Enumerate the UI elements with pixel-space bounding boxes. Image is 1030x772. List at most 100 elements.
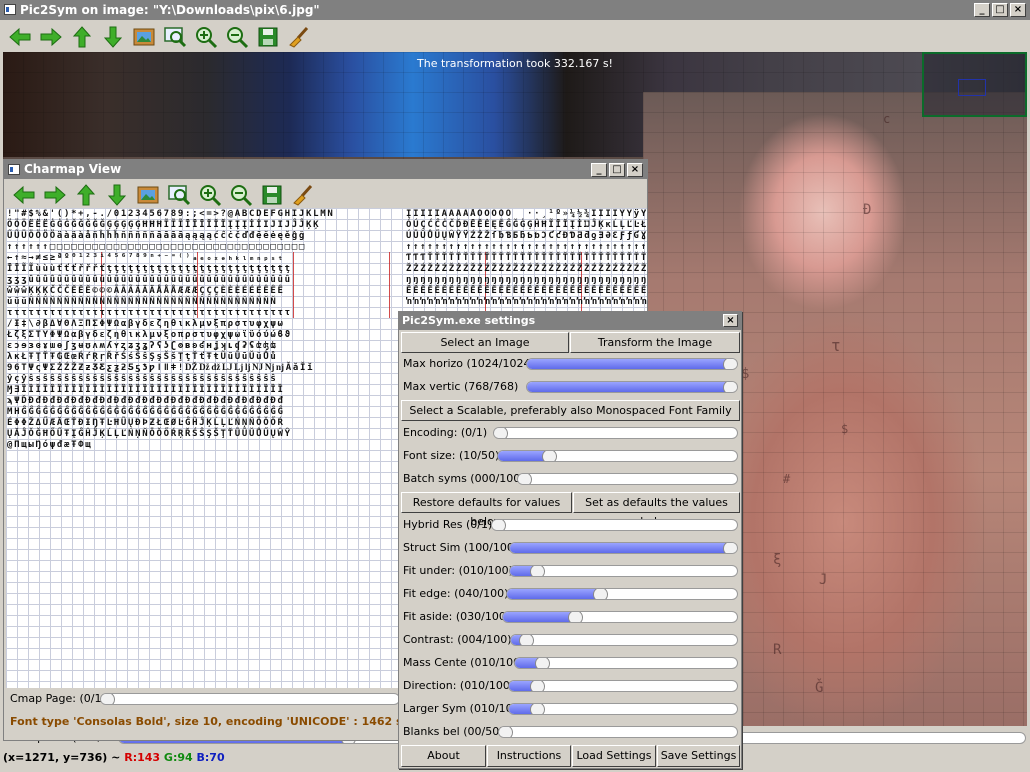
image-icon[interactable] (132, 25, 156, 49)
charmap-row: ŁζξΣΤΥΦΨΩαβγδεζηθικλμνξοπρστυφχψωϊϋόύώϐϑ (7, 330, 292, 340)
setting-slider[interactable] (509, 542, 738, 554)
arrow-up-icon[interactable] (70, 25, 94, 49)
setting-slider[interactable] (510, 634, 738, 646)
charmap-row: ɛɔɘɜɞɤɯɵʃʒʉʊʌʍʎʏʐʑʒʓʔʕʖʗʘʙʚʛʜʝʞʟʠʡʢʣʤʥ (7, 341, 278, 351)
setting-slider[interactable] (506, 588, 738, 600)
setting-slider-thumb[interactable] (492, 520, 506, 530)
setting-slider[interactable] (493, 427, 738, 439)
arrow-up-icon[interactable] (74, 183, 98, 207)
setting-label: Larger Sym (010/100) (403, 702, 524, 715)
setting-slider[interactable] (498, 726, 738, 738)
charmap-row: /Ɨ‡\∂βΔ∀ΘΛΞΠΣΦΨΩαβγδεζηθικλμνξπρστυφχψω (7, 319, 285, 329)
zoom-in-icon[interactable] (198, 183, 222, 207)
setting-slider-thumb[interactable] (568, 612, 584, 622)
setting-slider-thumb[interactable] (530, 566, 546, 576)
about-button[interactable]: About (401, 745, 486, 767)
setting-label: Max horizo (1024/1024) (403, 357, 535, 370)
charmap-minimize-button[interactable]: _ (591, 163, 607, 177)
close-button[interactable]: × (1010, 3, 1026, 17)
brush-icon[interactable] (287, 25, 311, 49)
charmap-row: ↑↑↑↑↑↑↑↑↑↑↑↑↑↑↑↑↑↑↑↑↑↑↑↑↑↑↑↑↑↑↑↑↑↑↑↑↑↑↑ (406, 242, 647, 252)
app-icon (4, 4, 16, 15)
setting-slider-fill (503, 612, 577, 622)
setting-slider-fill (527, 382, 732, 392)
setting-slider[interactable] (509, 565, 738, 577)
instructions-button[interactable]: Instructions (487, 745, 571, 767)
setting-label: Contrast: (004/100) (403, 633, 512, 646)
arrow-right-icon[interactable] (39, 25, 63, 49)
arrow-down-icon[interactable] (101, 25, 125, 49)
charmap-row: @ΠщыŊóψđæŦФщ (7, 440, 93, 450)
zoom-out-icon[interactable] (225, 25, 249, 49)
pixel-blue-value: B:70 (196, 751, 225, 764)
setting-slider-thumb[interactable] (723, 359, 737, 369)
status-bar: (x=1271, y=736) ~ R:143 G:94 B:70 (3, 748, 225, 768)
charmap-row: ŽŻŹŽŻŹŽŻŹŽŻŹŽŻŹŽŻŹŽŻŹŽŻŹŽŻŹŽŻŹŽŻŹŽŻŹŽŻŹ (406, 264, 647, 274)
arrow-left-icon[interactable] (12, 183, 36, 207)
main-toolbar (0, 21, 1030, 53)
charmap-row: 96ΤΨςΨƩŻŹŽƵƶƷƸƹƺƻƼƽƾƿǀǁǂǃǄǅǆǇǈǉǊǋǌǍǎǏǐ (7, 363, 315, 373)
zoom-region-icon[interactable] (163, 25, 187, 49)
charmap-row: ÚŪŬŮŰŲŴŶŸŹŻŽſƀƁƂƃƄƅƆƇƈƉƊƋƌƍƎƏƐƑƒƓƔƕƖƗ (406, 231, 647, 241)
arrow-left-icon[interactable] (8, 25, 32, 49)
zoom-region-icon[interactable] (167, 183, 191, 207)
charmap-maximize-button[interactable]: □ (609, 163, 625, 177)
settings-close-button[interactable]: × (723, 314, 738, 327)
cmap-page-slider-thumb[interactable] (101, 694, 115, 704)
minimap-viewport[interactable] (958, 79, 986, 96)
charmap-row: ŵŵŵĶĶĶČČČĚĚĚ©©©ÃÃÃÄÄÄÅÅÅÆÆÆÇÇÇÈÈÈÉÉÉÊÊÊ (7, 286, 285, 296)
zoom-in-icon[interactable] (194, 25, 218, 49)
setting-slider-thumb[interactable] (518, 474, 532, 484)
save-icon[interactable] (260, 183, 284, 207)
charmap-row: ÓÚÇĆĈĊČĎĐĒĔĖĘĚĜĞĠĢĤĦĨĪĬĮİĲĴĶĸĹĻĽĿŁŃŅŇŉŋ (406, 220, 647, 230)
charmap-row: ←↑≈→≠≤≥ªº⁰¹²³ⁱ⁴⁵⁶⁷⁸⁹ⁿ⁺⁻⁼⁽⁾ₐₑₒₓₔₕₖₗₘₙₚₛₜ (7, 253, 285, 263)
setting-slider-thumb[interactable] (494, 428, 508, 438)
image-minimap[interactable] (922, 52, 1027, 117)
charmap-close-button[interactable]: × (627, 163, 643, 177)
transform-image-button[interactable]: Transform the Image (570, 332, 740, 353)
image-icon[interactable] (136, 183, 160, 207)
setting-slider-thumb[interactable] (529, 704, 545, 714)
setting-slider-thumb[interactable] (542, 451, 558, 461)
setting-slider[interactable] (497, 450, 738, 462)
arrow-down-icon[interactable] (105, 183, 129, 207)
setting-slider[interactable] (514, 657, 738, 669)
setting-slider-thumb[interactable] (499, 727, 513, 737)
charmap-row: ĪĪĨĨùùùťťťřřřťţţţţţţţţţţţţţţţţţţţţţţţţţţ (7, 264, 292, 274)
set-defaults-button[interactable]: Set as defaults the values below (573, 492, 740, 528)
setting-slider[interactable] (491, 519, 738, 531)
mosaic-glyph: $ (741, 366, 750, 382)
arrow-right-icon[interactable] (43, 183, 67, 207)
load-settings-button[interactable]: Load Settings (572, 745, 656, 767)
save-settings-button[interactable]: Save Settings (657, 745, 740, 767)
setting-label: Font size: (10/50) (403, 449, 500, 462)
charmap-title-bar: Charmap View _ □ × (4, 160, 647, 179)
select-font-button[interactable]: Select a Scalable, preferably also Monos… (401, 400, 740, 421)
setting-slider-fill (510, 543, 732, 553)
setting-slider[interactable] (508, 703, 738, 715)
maximize-button[interactable]: □ (992, 3, 1008, 17)
charmap-row: ττττττττττττττττττττττττττττττττττττττττ (7, 308, 292, 318)
setting-slider-thumb[interactable] (723, 543, 737, 553)
setting-slider[interactable] (517, 473, 738, 485)
setting-slider-thumb[interactable] (529, 681, 545, 691)
setting-slider-thumb[interactable] (518, 635, 534, 645)
restore-defaults-button[interactable]: Restore defaults for values below (401, 492, 572, 528)
brush-icon[interactable] (291, 183, 315, 207)
setting-slider[interactable] (526, 358, 738, 370)
save-icon[interactable] (256, 25, 280, 49)
select-image-button[interactable]: Select an Image (401, 332, 569, 353)
setting-label: Mass Cente (010/100) (403, 656, 525, 669)
zoom-out-icon[interactable] (229, 183, 253, 207)
setting-slider[interactable] (508, 680, 738, 692)
minimize-button[interactable]: _ (974, 3, 990, 17)
cmap-page-slider[interactable] (100, 693, 400, 705)
setting-slider[interactable] (526, 381, 738, 393)
setting-slider-thumb[interactable] (592, 589, 608, 599)
setting-slider-thumb[interactable] (534, 658, 550, 668)
mosaic-glyph: c (883, 112, 891, 126)
setting-label: Fit aside: (030/100) (403, 610, 511, 623)
setting-slider[interactable] (502, 611, 738, 623)
setting-slider-thumb[interactable] (723, 382, 737, 392)
charmap-row: λκŁŦŢŤŦ₲ŒœŔŕŖŗŘřŚśŜŝŞşŠšŢţŤťŦŧŨũŪūŬŭŮů (7, 352, 278, 362)
